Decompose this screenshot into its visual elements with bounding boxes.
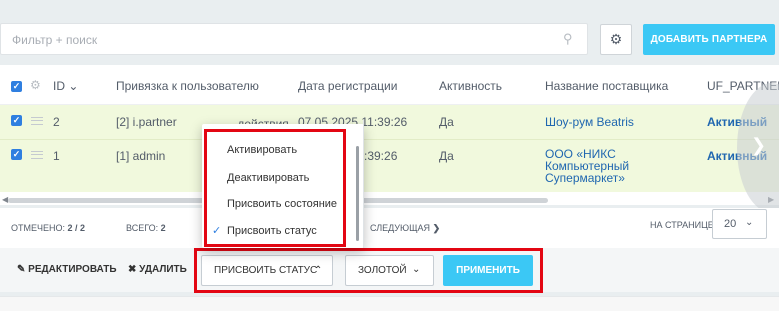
row-supplier-link[interactable]: ООО «НИКС Компьютерный Супермаркет» [545,148,629,184]
settings-button[interactable]: ⚙ [600,24,632,55]
partners-grid: ✓ ⚙ ID ⌄ Привязка к пользователю Дата ре… [0,65,779,205]
table-row[interactable]: ✓ 2 [2] i.partner - действия - 07.05.202… [0,105,779,140]
per-page-select[interactable]: 20 ⌄ [712,209,767,239]
close-icon: ✖ [128,264,137,275]
row-id: 2 [53,115,60,129]
select-all-checkbox[interactable]: ✓ [11,81,22,92]
next-page-link[interactable]: СЛЕДУЮЩАЯ ❯ [370,223,440,234]
column-active[interactable]: Активность [439,79,502,93]
popup-scrollbar[interactable] [356,146,359,241]
popup-divider [363,120,364,248]
bottom-strip [0,296,779,311]
row-supplier-link[interactable]: Шоу-рум Beatris [545,115,634,129]
per-page-label: НА СТРАНИЦЕ: [650,220,717,230]
row-active: Да [439,149,454,163]
highlight-box [194,248,543,293]
row-checkbox[interactable]: ✓ [11,149,22,160]
column-supplier[interactable]: Название поставщика [545,79,668,93]
gear-icon: ⚙ [609,31,623,47]
row-active: Да [439,115,454,129]
row-date: :39:26 [364,149,398,163]
row-menu-icon[interactable] [31,151,43,159]
column-date[interactable]: Дата регистрации [298,79,397,93]
filter-placeholder: Фильтр + поиск [12,33,98,47]
chevron-down-icon: ⌄ [745,217,754,228]
supplier-line: Супермаркет» [545,171,625,185]
table-row[interactable]: ✓ 1 [1] admin :39:26 Да ООО «НИКС Компью… [0,140,779,192]
delete-button[interactable]: ✖ УДАЛИТЬ [128,264,187,275]
row-id: 1 [53,149,60,163]
pencil-icon: ✎ [17,264,26,275]
grid-header: ✓ ⚙ ID ⌄ Привязка к пользователю Дата ре… [0,65,779,105]
selected-count: ОТМЕЧЕНО: 2 / 2 [11,223,86,233]
row-checkbox[interactable]: ✓ [11,115,22,126]
row-menu-icon[interactable] [31,117,43,125]
column-id[interactable]: ID ⌄ [53,79,78,93]
total-count: ВСЕГО: 2 [126,223,166,233]
highlight-box [204,129,346,247]
filter-search-input[interactable]: Фильтр + поиск ⚲ [0,23,588,55]
column-user[interactable]: Привязка к пользователю [116,79,259,93]
per-page-value: 20 [724,218,737,230]
edit-button[interactable]: ✎ РЕДАКТИРОВАТЬ [17,264,117,275]
column-settings-icon[interactable]: ⚙ [30,78,41,92]
row-user[interactable]: [1] admin [116,149,165,163]
search-icon[interactable]: ⚲ [563,31,573,47]
add-partner-button[interactable]: ДОБАВИТЬ ПАРТНЕРА [643,24,775,55]
chevron-right-icon: ❯ [751,135,767,155]
row-user[interactable]: [2] i.partner [116,115,177,129]
